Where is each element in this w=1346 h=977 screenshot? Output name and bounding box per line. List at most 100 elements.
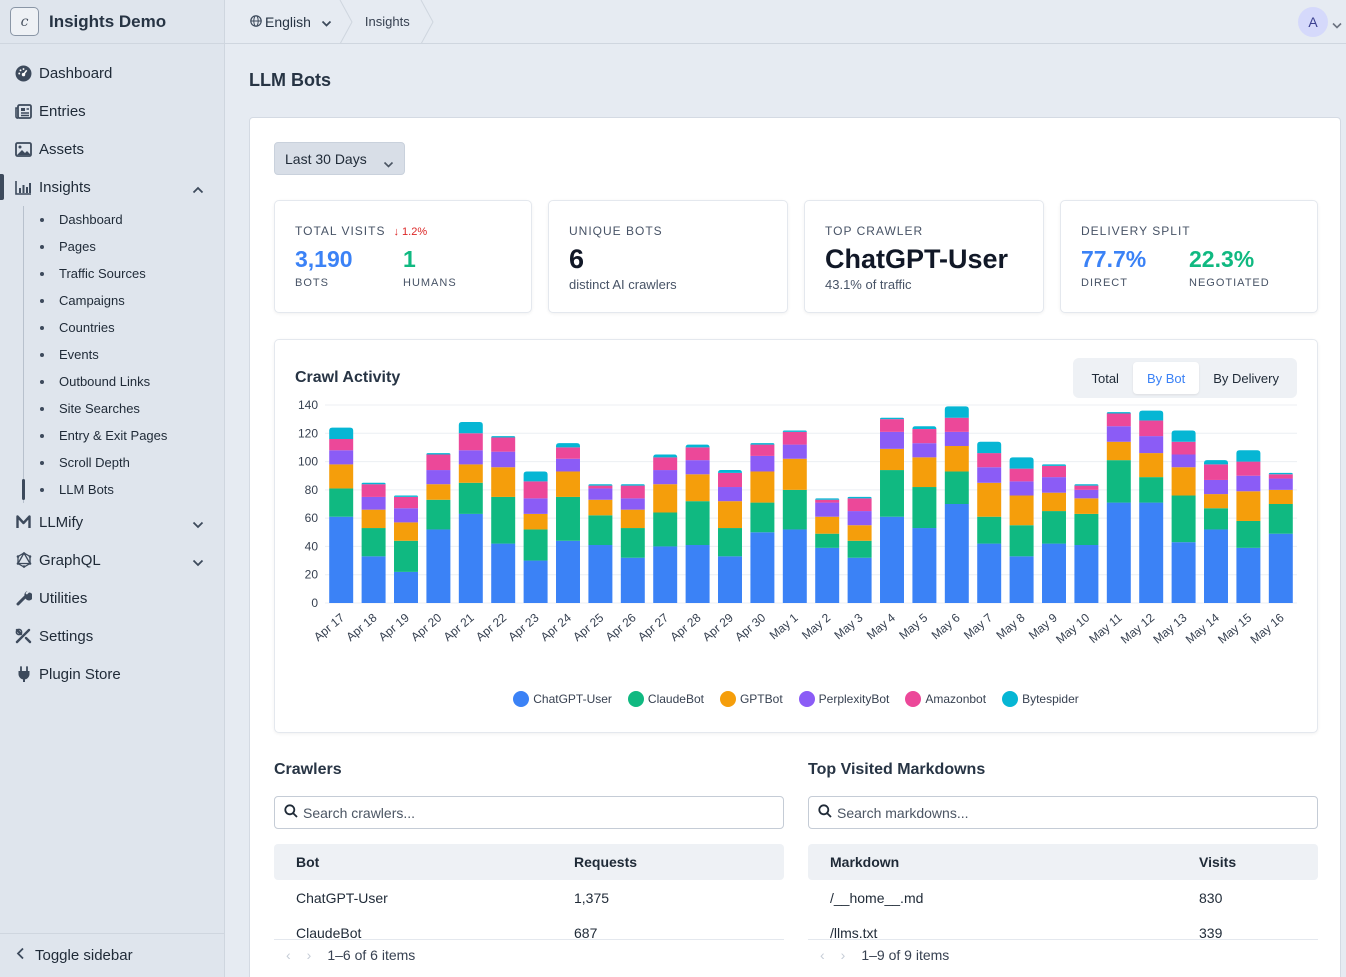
bar-segment <box>491 496 516 544</box>
toggle-by-delivery[interactable]: By Delivery <box>1199 362 1293 394</box>
nav-item-assets[interactable]: Assets <box>0 130 224 168</box>
legend-item[interactable]: PerplexityBot <box>798 691 889 707</box>
legend-item[interactable]: ClaudeBot <box>627 691 704 707</box>
subnav-item-dashboard[interactable]: Dashboard <box>0 206 224 233</box>
toggle-total[interactable]: Total <box>1077 362 1132 394</box>
crawlers-search-input[interactable]: Search crawlers... <box>274 796 784 829</box>
legend-item[interactable]: ChatGPT-User <box>513 691 612 707</box>
subnav-item-traffic-sources[interactable]: Traffic Sources <box>0 260 224 287</box>
prev-page-icon[interactable]: ‹ <box>286 947 291 963</box>
bar-segment <box>815 498 840 500</box>
nav-item-graphql[interactable]: GraphQL <box>0 541 224 579</box>
bar-segment <box>1236 520 1261 548</box>
subnav-item-events[interactable]: Events <box>0 341 224 368</box>
x-tick-label: Apr 23 <box>505 610 541 644</box>
column-header-requests[interactable]: Requests <box>574 854 637 870</box>
legend-item[interactable]: GPTBot <box>719 691 783 707</box>
toggle-sidebar-label: Toggle sidebar <box>35 947 133 964</box>
legend-item[interactable]: Bytespider <box>1002 691 1079 707</box>
bar-segment <box>1268 489 1293 504</box>
subnav-item-campaigns[interactable]: Campaigns <box>0 287 224 314</box>
bar-segment <box>329 438 354 451</box>
x-tick-label: May 11 <box>1086 610 1125 646</box>
settings-icon <box>15 628 32 645</box>
bar-segment <box>394 571 418 603</box>
bar-segment <box>523 498 548 514</box>
markdowns-search-input[interactable]: Search markdowns... <box>808 796 1318 829</box>
bar-segment <box>1236 461 1261 476</box>
bar-segment <box>329 427 354 439</box>
toggle-by-bot[interactable]: By Bot <box>1132 362 1200 394</box>
bar-segment <box>588 484 613 486</box>
breadcrumb-separator <box>420 0 434 44</box>
bar-segment <box>1268 474 1293 479</box>
bar-segment <box>1074 484 1099 486</box>
subnav-item-outbound-links[interactable]: Outbound Links <box>0 368 224 395</box>
nav-item-utilities[interactable]: Utilities <box>0 579 224 617</box>
bar-segment <box>1139 477 1164 503</box>
language-switcher[interactable]: English <box>225 0 332 44</box>
nav-item-llmify[interactable]: LLMify <box>0 503 224 541</box>
chevron-down-icon[interactable] <box>192 516 204 533</box>
x-tick-label: May 4 <box>864 610 898 642</box>
date-range-select[interactable]: Last 30 Days <box>274 142 405 175</box>
bar-segment <box>491 543 516 603</box>
x-tick-label: May 14 <box>1183 610 1222 646</box>
y-tick-label: 20 <box>305 568 319 582</box>
chevron-down-icon[interactable] <box>1332 16 1342 32</box>
nav-item-plugin-store[interactable]: Plugin Store <box>0 655 224 693</box>
x-tick-label: Apr 24 <box>538 610 574 644</box>
legend-item[interactable]: Amazonbot <box>905 691 986 707</box>
prev-page-icon[interactable]: ‹ <box>820 947 825 963</box>
bar-segment <box>556 471 580 497</box>
subnav-item-entry-exit-pages[interactable]: Entry & Exit Pages <box>0 422 224 449</box>
column-header-markdown[interactable]: Markdown <box>808 854 1199 870</box>
bar-segment <box>426 454 451 471</box>
bar-segment <box>361 482 386 485</box>
nav-item-entries[interactable]: Entries <box>0 92 224 130</box>
nav-item-insights[interactable]: Insights <box>0 168 224 206</box>
column-header-bot[interactable]: Bot <box>274 854 574 870</box>
legend-label: ChatGPT-User <box>533 692 612 706</box>
bar-segment <box>912 487 937 529</box>
bar-segment <box>977 467 1002 483</box>
x-tick-label: May 1 <box>767 610 801 642</box>
chevron-down-icon[interactable] <box>192 554 204 571</box>
bar-segment <box>750 455 775 472</box>
chevron-up-icon[interactable] <box>192 181 204 198</box>
pager-text: 1–9 of 9 items <box>861 946 950 963</box>
brand[interactable]: c Insights Demo <box>0 0 224 44</box>
toggle-sidebar-button[interactable]: Toggle sidebar <box>0 933 224 977</box>
nav-item-settings[interactable]: Settings <box>0 617 224 655</box>
nav-label: Settings <box>39 627 94 645</box>
next-page-icon[interactable]: › <box>307 947 312 963</box>
table-row[interactable]: ChatGPT-User 1,375 <box>274 880 784 915</box>
legend-label: GPTBot <box>739 692 783 706</box>
x-tick-label: Apr 25 <box>570 610 606 644</box>
breadcrumb-insights[interactable]: Insights <box>353 14 410 29</box>
stat-label: Top Crawler <box>825 224 924 238</box>
chart-legend: ChatGPT-User ClaudeBot GPTBot PerplexityBot… <box>275 691 1317 707</box>
stat-label: Delivery Split <box>1081 224 1191 238</box>
bar-segment <box>944 431 969 447</box>
bar-segment <box>556 447 580 459</box>
negotiated-value: 22.3% <box>1189 246 1255 272</box>
nav-label: Dashboard <box>39 64 113 82</box>
bar-segment <box>1236 450 1261 462</box>
bar-segment <box>718 487 742 502</box>
next-page-icon[interactable]: › <box>841 947 846 963</box>
bar-segment <box>620 498 645 510</box>
subnav-item-site-searches[interactable]: Site Searches <box>0 395 224 422</box>
x-tick-label: May 16 <box>1248 610 1287 646</box>
nav-item-dashboard[interactable]: Dashboard <box>0 54 224 92</box>
search-icon <box>818 804 832 821</box>
bar-segment <box>847 525 872 541</box>
avatar[interactable]: A <box>1298 7 1328 37</box>
subnav-item-countries[interactable]: Countries <box>0 314 224 341</box>
column-header-visits[interactable]: Visits <box>1199 854 1236 870</box>
subnav-item-scroll-depth[interactable]: Scroll Depth <box>0 449 224 476</box>
table-row[interactable]: /__home__.md 830 <box>808 880 1318 915</box>
bar-segment <box>1106 460 1131 503</box>
subnav-item-pages[interactable]: Pages <box>0 233 224 260</box>
subnav-item-llm-bots[interactable]: LLM Bots <box>0 476 224 503</box>
